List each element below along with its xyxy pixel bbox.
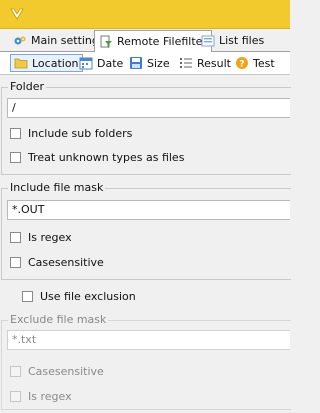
- use-exclusion-label: Use file exclusion: [40, 290, 136, 303]
- include-casesensitive-checkbox[interactable]: [10, 257, 21, 268]
- tab-test-label: Test: [253, 56, 275, 70]
- exclude-regex-label: Is regex: [28, 390, 72, 403]
- list-files-icon: [201, 35, 215, 46]
- exclude-regex-row[interactable]: Is regex: [10, 390, 72, 403]
- folder-input[interactable]: /: [7, 98, 290, 118]
- sub-tab-bar: Location Date Size Result ? Test: [0, 52, 290, 75]
- exclude-casesensitive-checkbox[interactable]: [10, 366, 21, 377]
- tab-list-files[interactable]: List files: [197, 31, 268, 50]
- tab-date[interactable]: Date: [76, 54, 126, 72]
- use-exclusion-row[interactable]: Use file exclusion: [22, 290, 136, 303]
- include-sub-folders-checkbox[interactable]: [10, 128, 21, 139]
- tab-result-label: Result: [197, 56, 231, 70]
- tab-size-label: Size: [147, 56, 170, 70]
- exclude-mask-legend: Exclude file mask: [8, 313, 109, 327]
- tab-location-label: Location: [32, 56, 79, 70]
- include-mask-legend: Include file mask: [8, 181, 106, 195]
- folder-group: Folder / Include sub folders Treat unkno…: [1, 80, 291, 175]
- settings-icon: [14, 36, 26, 44]
- exclude-regex-checkbox[interactable]: [10, 391, 21, 402]
- main-tab-bar: Main settings Remote Filefilter List fil…: [0, 29, 290, 52]
- treat-unknown-row[interactable]: Treat unknown types as files: [10, 151, 184, 164]
- folder-icon: [14, 58, 28, 69]
- location-panel: Folder / Include sub folders Treat unkno…: [0, 75, 291, 413]
- exclude-casesensitive-row[interactable]: Casesensitive: [10, 365, 104, 378]
- title-bar: [0, 0, 290, 29]
- disk-icon: [130, 57, 142, 69]
- include-casesensitive-label: Casesensitive: [28, 256, 104, 269]
- svg-text:?: ?: [239, 60, 244, 70]
- tab-remote-filefilter-label: Remote Filefilter: [117, 35, 207, 48]
- include-regex-checkbox[interactable]: [10, 232, 21, 243]
- treat-unknown-checkbox[interactable]: [10, 152, 21, 163]
- exclude-mask-input[interactable]: *.txt: [7, 330, 290, 350]
- include-sub-folders-label: Include sub folders: [28, 127, 133, 140]
- filter-icon: [100, 35, 112, 48]
- tab-date-label: Date: [97, 56, 124, 70]
- include-mask-input[interactable]: *.OUT: [7, 200, 290, 220]
- use-exclusion-checkbox[interactable]: [22, 291, 33, 302]
- include-regex-row[interactable]: Is regex: [10, 231, 72, 244]
- app-logo-icon: [10, 8, 24, 20]
- treat-unknown-label: Treat unknown types as files: [28, 151, 185, 164]
- include-sub-folders-row[interactable]: Include sub folders: [10, 127, 132, 140]
- tab-location[interactable]: Location: [10, 54, 83, 72]
- exclude-casesensitive-label: Casesensitive: [28, 365, 104, 378]
- tab-list-files-label: List files: [219, 34, 265, 47]
- include-mask-group: Include file mask *.OUT Is regex Casesen…: [1, 181, 291, 280]
- tab-remote-filefilter[interactable]: Remote Filefilter: [94, 30, 212, 52]
- include-regex-label: Is regex: [28, 231, 72, 244]
- tab-size[interactable]: Size: [126, 54, 173, 72]
- list-icon: [180, 58, 192, 68]
- tab-test[interactable]: ? Test: [232, 54, 278, 72]
- tab-result[interactable]: Result: [176, 54, 234, 72]
- exclude-mask-group: Exclude file mask *.txt Casesensitive Is…: [1, 313, 291, 410]
- folder-legend: Folder: [8, 80, 46, 94]
- include-casesensitive-row[interactable]: Casesensitive: [10, 256, 104, 269]
- calendar-icon: [79, 57, 93, 70]
- help-icon: ?: [236, 57, 248, 70]
